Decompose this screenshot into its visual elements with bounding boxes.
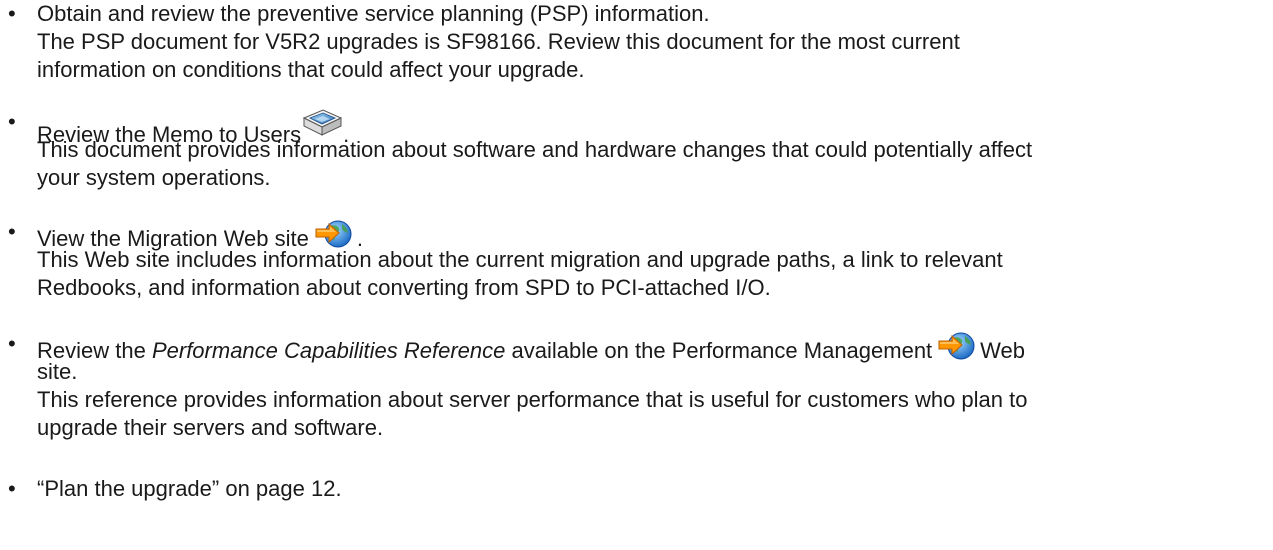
item-description: your system operations.: [37, 165, 271, 190]
item-title: Obtain and review the preventive service…: [37, 1, 710, 26]
performance-capabilities-reference: Performance Capabilities Reference: [151, 338, 506, 363]
item-description: The PSP document for V5R2 upgrades is SF…: [37, 29, 960, 54]
bullet: •: [8, 1, 16, 26]
globe-arrow-icon[interactable]: [938, 330, 976, 362]
item-description: This reference provides information abou…: [37, 387, 1028, 412]
bullet: •: [8, 109, 16, 134]
plan-the-upgrade-link[interactable]: “Plan the upgrade” on page 12.: [37, 475, 1267, 503]
item-description: upgrade their servers and software.: [37, 415, 384, 440]
bullet: •: [8, 476, 16, 501]
item-title-mid: available on the Performance Management: [505, 338, 933, 363]
item-description: Redbooks, and information about converti…: [37, 275, 771, 300]
item-description: information on conditions that could aff…: [37, 57, 585, 82]
item-description: This Web site includes information about…: [37, 247, 1003, 272]
bullet: •: [8, 219, 16, 244]
performance-management-web-link[interactable]: Web: [980, 338, 1025, 363]
bullet: •: [8, 331, 16, 356]
book-icon[interactable]: [301, 108, 343, 138]
item-description: This document provides information about…: [37, 137, 1033, 162]
